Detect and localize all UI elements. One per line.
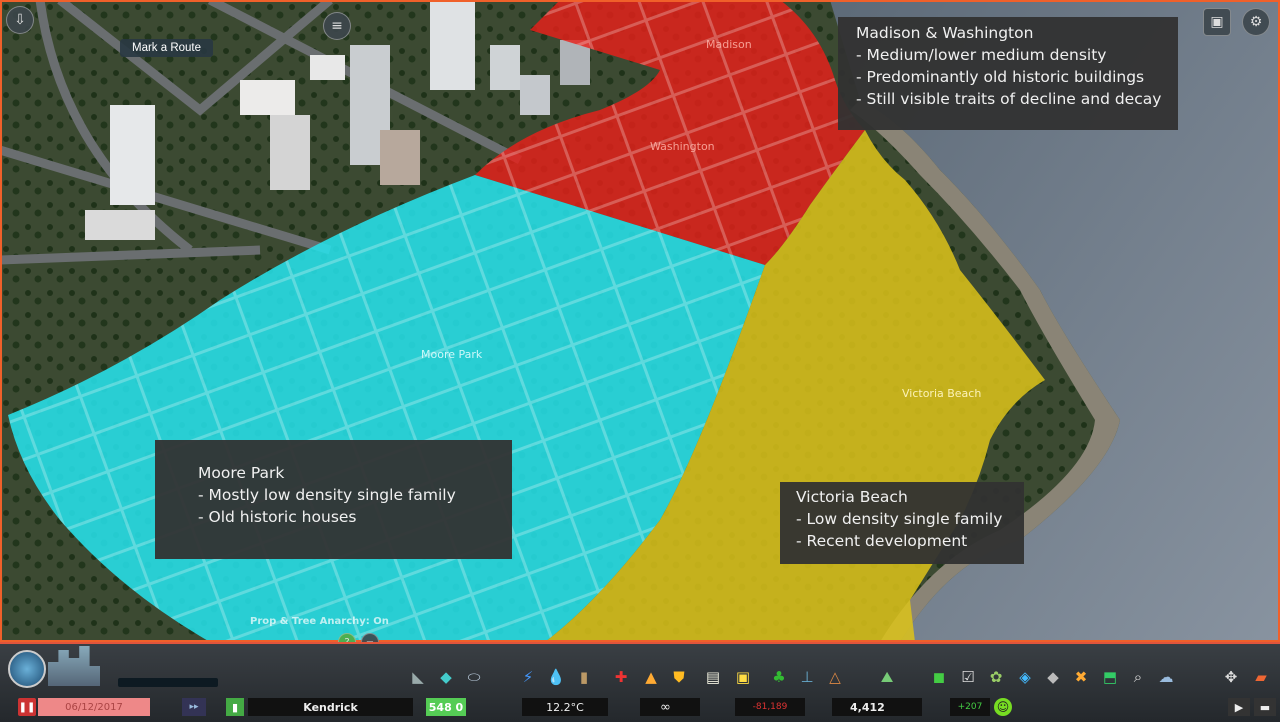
annotation-line: - Predominantly old historic buildings [856,68,1145,86]
district-label-washington[interactable]: Washington [650,140,715,153]
annotation-line: - Still visible traits of decline and de… [856,90,1162,108]
move-it-icon[interactable]: ◈ [1014,666,1036,688]
camera-icon[interactable]: ▶ [1228,698,1250,716]
city-name-field[interactable]: Kendrick [248,698,413,716]
landscaping-icon[interactable]: ⛰ [876,666,898,688]
district-label-victoria-beach[interactable]: Victoria Beach [902,387,981,400]
info-views-icon[interactable]: ☑ [957,666,979,688]
anarchy-status: Prop & Tree Anarchy: On [250,616,389,627]
chat-icon[interactable]: ▬ [1254,698,1276,716]
healthcare-icon[interactable]: ✚ [610,666,632,688]
unlock-icon[interactable]: ⇩ [6,6,34,34]
annotation-line: - Mostly low density single family [198,486,456,504]
wonders-icon[interactable]: △ [824,666,846,688]
population-display: 4,412 [832,698,922,716]
globe-icon[interactable] [8,650,46,688]
mark-route-tooltip: Mark a Route [120,39,214,57]
annotation-title: Madison & Washington [856,24,1034,42]
economy-icon[interactable]: ⬒ [1099,666,1121,688]
pause-icon[interactable]: ❚❚ [18,698,36,716]
education-icon[interactable]: ▤ [702,666,724,688]
annotation-line: - Medium/lower medium density [856,46,1107,64]
annotation-title: Victoria Beach [796,488,908,506]
date-display: 06/12/2017 [38,698,150,716]
milestone-progress-bar [118,678,218,687]
water-icon[interactable]: 💧 [545,666,567,688]
bulldozer-icon[interactable]: ✖ [1070,666,1092,688]
zoning-icon[interactable]: ◆ [435,666,457,688]
annotation-title: Moore Park [198,464,285,482]
temperature-display: 12.2°C [522,698,608,716]
move-arrows-icon[interactable]: ✥ [1220,666,1242,688]
clouds-icon[interactable]: ☁ [1155,666,1177,688]
roads-icon[interactable]: ◣ [407,666,429,688]
rci-demand-indicator: 548 0 [426,698,466,716]
population-change: +207 [950,698,990,716]
bottom-toolbar: ◣ ◆ ⬭ ⚡ 💧 ▮ ✚ ▲ ⛊ ▤ ▣ ♣ ⊥ △ ⛰ ◼ ☑ ✿ ◈ ◆ … [0,642,1280,722]
freecamera-icon[interactable]: ▣ [1203,8,1231,36]
police-icon[interactable]: ⛊ [668,666,690,688]
decoration-icon[interactable]: ♣ [768,666,790,688]
annotation-line: - Low density single family [796,510,1003,528]
districts-icon[interactable]: ⬭ [463,666,485,688]
district-label-madison[interactable]: Madison [706,38,752,51]
speed-icon[interactable]: ▸▸ [182,698,206,716]
advisor-icon[interactable]: ▰ [1250,666,1272,688]
game-map-viewport[interactable]: Madison Washington Moore Park Victoria B… [0,0,1280,642]
public-transport-icon[interactable]: ▣ [732,666,754,688]
traffic-light-icon[interactable]: ≡ [323,12,351,40]
annotation-line: - Recent development [796,532,968,550]
budget-display: ∞ [640,698,700,716]
areas-icon[interactable]: ✿ [985,666,1007,688]
monuments-icon[interactable]: ⊥ [796,666,818,688]
district-label-moore-park[interactable]: Moore Park [421,348,482,361]
garbage-icon[interactable]: ▮ [573,666,595,688]
policies-icon[interactable]: ◼ [928,666,950,688]
annotation-madison-washington: Madison & Washington - Medium/lower medi… [838,17,1178,130]
electricity-icon[interactable]: ⚡ [517,666,539,688]
income-display: -81,189 [735,698,805,716]
annotation-victoria-beach: Victoria Beach - Low density single fami… [780,482,1024,564]
happiness-icon[interactable]: ☺ [994,698,1012,716]
search-icon[interactable]: ⌕ [1127,666,1149,688]
gear-icon[interactable]: ⚙ [1242,8,1270,36]
fire-icon[interactable]: ▲ [640,666,662,688]
city-skyline-icon[interactable] [48,646,100,686]
terrain-icon[interactable]: ◆ [1042,666,1064,688]
annotation-moore-park: Moore Park - Mostly low density single f… [155,440,512,559]
green-status-icon[interactable]: ▮ [226,698,244,716]
annotation-line: - Old historic houses [198,508,357,526]
